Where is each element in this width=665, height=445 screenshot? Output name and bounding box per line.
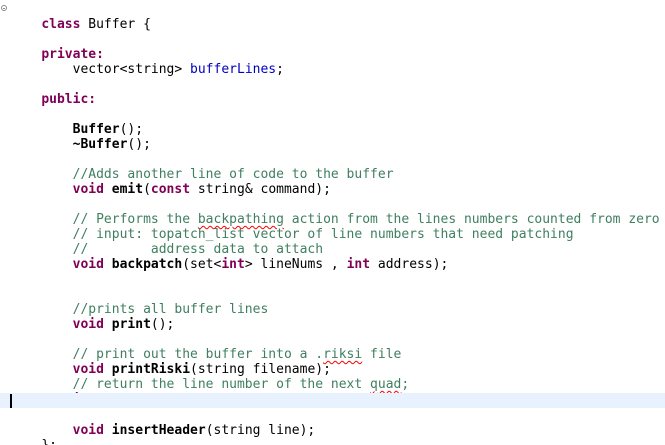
vector-type: vector<string>	[72, 62, 183, 77]
code-line-private[interactable]: private:	[0, 32, 665, 62]
code-line-comment-backpatch-3[interactable]: // address data to attach	[0, 227, 665, 257]
code-line-constructor[interactable]: Buffer();	[0, 107, 665, 137]
code-line-backpatch[interactable]: void backpatch(set<int> lineNums , int a…	[0, 242, 665, 272]
keyword-int: int	[221, 257, 245, 272]
code-line-public[interactable]: public:	[0, 77, 665, 107]
fold-collapse-icon[interactable]	[1, 5, 7, 11]
code-line-comment-riksi[interactable]: // print out the buffer into a .riksi fi…	[0, 332, 665, 362]
dtor-args: ();	[127, 137, 151, 152]
keyword-int: int	[346, 257, 371, 272]
code-editor[interactable]: class Buffer { private: vector<string> b…	[0, 0, 665, 445]
emit-name: emit	[111, 182, 144, 197]
code-line-insert-header[interactable]: void insertHeader(string line);	[0, 408, 665, 438]
semicolon: ;	[276, 62, 284, 77]
code-line-next-quad[interactable]: int nextQuad();	[0, 377, 665, 407]
backpatch-mid: > lineNums ,	[244, 257, 347, 272]
backpatch-name: backpatch	[111, 257, 183, 272]
code-line-comment-emit[interactable]: //Adds another line of code to the buffe…	[0, 152, 665, 182]
code-line-class-end[interactable]: };	[0, 423, 665, 445]
backpatch-end: address);	[370, 257, 449, 272]
class-name: Buffer {	[88, 17, 151, 32]
code-line-print-riski[interactable]: void printRiski(string filename);	[0, 347, 665, 377]
code-line-field[interactable]: vector<string> bufferLines;	[0, 47, 665, 77]
text-caret	[10, 394, 12, 408]
keyword-class: class	[41, 17, 81, 32]
keyword-void: void	[72, 317, 104, 332]
keyword-void: void	[72, 257, 104, 272]
code-line-current[interactable]	[0, 393, 665, 408]
code-line-comment-print[interactable]: //prints all buffer lines	[0, 287, 665, 317]
code-line-comment-backpatch-1[interactable]: // Performs the backpathing action from …	[0, 197, 665, 227]
code-line-comment-quad[interactable]: // return the line number of the next qu…	[0, 362, 665, 392]
backpatch-set: (set<	[182, 257, 222, 272]
access-public: public:	[41, 92, 97, 107]
code-line-class-decl[interactable]: class Buffer {	[0, 2, 665, 32]
code-line-print[interactable]: void print();	[0, 302, 665, 332]
code-line-destructor[interactable]: ~Buffer();	[0, 122, 665, 152]
code-line-comment-backpatch-2[interactable]: // input: topatch_list vector of line nu…	[0, 212, 665, 242]
print-name: print	[111, 317, 151, 332]
keyword-const: const	[150, 182, 191, 197]
paren-open: (	[143, 182, 151, 197]
print-args: ();	[150, 317, 175, 332]
emit-params: string& command);	[190, 182, 331, 197]
dtor-name: ~Buffer	[72, 137, 128, 152]
field-buffer-lines: bufferLines	[190, 62, 277, 77]
class-end: };	[41, 438, 57, 445]
code-line-emit[interactable]: void emit(const string& command);	[0, 167, 665, 197]
keyword-void: void	[72, 182, 104, 197]
